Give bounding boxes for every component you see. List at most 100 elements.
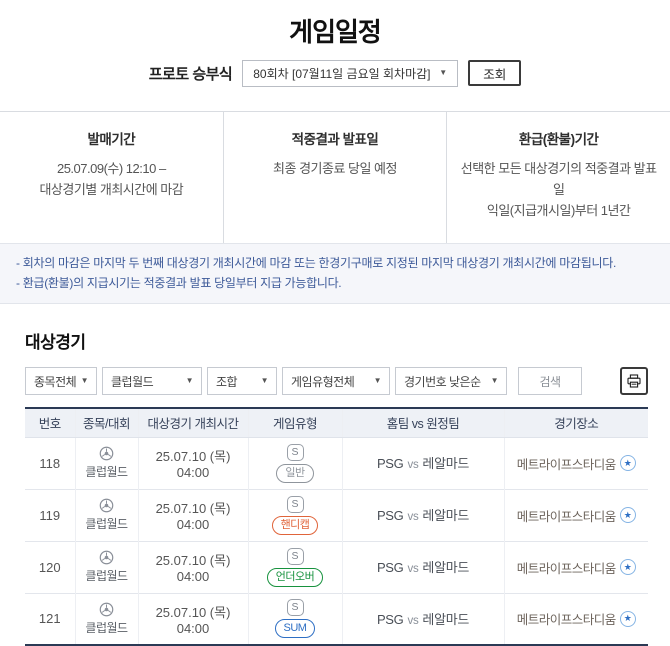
filter-select-value: 조합: [216, 374, 238, 389]
home-team: PSG: [376, 611, 404, 627]
info-line: 25.07.09(수) 12:10 –: [56, 161, 166, 176]
info-title: 발매기간: [87, 132, 136, 147]
league-label: 클럽월드: [85, 569, 128, 583]
match-table-body: 118 클럽월드 25.07.10 (목) 04:00 S 일반 PSG vs …: [25, 436, 649, 645]
page-title: 게임일정: [289, 17, 382, 47]
home-team: PSG: [376, 456, 404, 471]
league-cell: 클럽월드: [76, 446, 138, 480]
venue-star-button[interactable]: ★: [619, 455, 636, 471]
teams-cell: PSG vs 레알마드: [377, 560, 469, 575]
venue-cell: 메트라이프스타디움 ★: [505, 506, 649, 525]
table-header-row: 번호 종목/대회 대상경기 개최시간 게임유형 홈팀 vs 원정팀 경기장소: [25, 408, 648, 438]
round-selector-label: 프로토 승부식: [148, 65, 233, 83]
col-header-game-type: 게임유형: [247, 408, 342, 438]
match-time: 25.07.10 (목) 04:00: [137, 540, 248, 593]
chevron-down-icon: ▼: [80, 376, 89, 385]
star-icon: ★: [623, 561, 632, 572]
venue-cell: 메트라이프스타디움 ★: [505, 558, 649, 577]
soccer-ball-icon: [99, 602, 114, 617]
single-mark-icon: S: [286, 547, 304, 565]
game-type-pill: 일반: [276, 463, 314, 483]
game-type-cell: S SUM: [249, 599, 342, 639]
venue-star-button[interactable]: ★: [619, 559, 636, 575]
col-header-venue: 경기장소: [503, 408, 648, 438]
vs-label: vs: [407, 511, 419, 523]
single-mark-icon: S: [286, 495, 304, 513]
search-button[interactable]: 검색: [518, 367, 582, 395]
teams-cell: PSG vs 레알마드: [377, 508, 469, 523]
vs-label: vs: [407, 459, 419, 471]
home-team: PSG: [376, 560, 404, 575]
match-number: 120: [25, 540, 75, 593]
game-type-pill: 핸디캡: [271, 515, 319, 535]
match-number: 121: [25, 592, 75, 645]
info-title: 환급(환불)기간: [518, 132, 599, 147]
single-mark-icon: S: [286, 443, 304, 461]
info-strip: 발매기간 25.07.09(수) 12:10 – 대상경기별 개최시간에 마감 …: [0, 111, 670, 243]
col-header-teams: 홈팀 vs 원정팀: [341, 408, 504, 438]
round-selector-bar: 프로토 승부식 80회차 [07월11일 금요일 회차마감] ▼ 조회: [0, 59, 670, 87]
game-type-cell: S 핸디캡: [249, 495, 342, 535]
info-title: 적중결과 발표일: [291, 132, 379, 147]
match-number: 119: [25, 488, 75, 541]
game-type-cell: S 일반: [249, 443, 342, 483]
filter-select-sort-order[interactable]: 경기번호 낮은순 ▼: [395, 367, 507, 395]
soccer-ball-icon: [99, 498, 114, 513]
note-line: - 회차의 마감은 마지막 두 번째 대상경기 개최시간에 마감 또는 한경기구…: [16, 256, 616, 270]
chevron-down-icon: ▼: [260, 376, 269, 385]
printer-icon: [627, 374, 641, 388]
venue-cell: 메트라이프스타디움 ★: [505, 609, 649, 628]
chevron-down-icon: ▼: [439, 68, 448, 77]
vs-label: vs: [407, 563, 419, 575]
filter-select-league[interactable]: 클럽월드 ▼: [102, 367, 202, 395]
away-team: 레알마드: [422, 456, 470, 471]
table-row: 118 클럽월드 25.07.10 (목) 04:00 S 일반 PSG vs …: [25, 436, 649, 489]
away-team: 레알마드: [422, 560, 470, 575]
chevron-down-icon: ▼: [490, 376, 499, 385]
away-team: 레알마드: [422, 611, 470, 627]
filter-select-combination[interactable]: 조합 ▼: [207, 367, 277, 395]
info-col-refund-period: 환급(환불)기간 선택한 모든 대상경기의 적중결과 발표일 익일(지급개시일)…: [446, 112, 670, 243]
round-select[interactable]: 80회차 [07월11일 금요일 회차마감] ▼: [242, 59, 459, 87]
soccer-ball-icon: [99, 446, 114, 461]
info-col-result-date: 적중결과 발표일 최종 경기종료 당일 예정: [222, 112, 447, 243]
info-line: 익일(지급개시일)부터 1년간: [486, 203, 631, 218]
filter-select-sport[interactable]: 종목전체 ▼: [25, 367, 97, 395]
table-row: 121 클럽월드 25.07.10 (목) 04:00 S SUM PSG vs…: [25, 592, 649, 645]
teams-cell: PSG vs 레알마드: [377, 612, 469, 627]
game-type-pill: 언더오버: [266, 567, 324, 587]
venue-name: 메트라이프스타디움: [516, 613, 617, 628]
star-icon: ★: [623, 509, 632, 520]
table-row: 119 클럽월드 25.07.10 (목) 04:00 S 핸디캡 PSG vs…: [25, 488, 649, 541]
league-label: 클럽월드: [85, 465, 128, 479]
filter-select-value: 경기번호 낮은순: [404, 374, 481, 389]
venue-name: 메트라이프스타디움: [516, 509, 617, 524]
single-mark-icon: S: [286, 599, 304, 617]
venue-star-button[interactable]: ★: [619, 507, 636, 523]
table-row: 120 클럽월드 25.07.10 (목) 04:00 S 언더오버 PSG v…: [25, 540, 649, 593]
match-number: 118: [25, 436, 75, 489]
print-button[interactable]: [620, 367, 648, 395]
info-line: 대상경기별 개최시간에 마감: [39, 182, 184, 197]
round-select-value: 80회차 [07월11일 금요일 회차마감]: [253, 66, 431, 81]
col-header-sport: 종목/대회: [74, 408, 138, 438]
filter-select-value: 게임유형전체: [291, 374, 355, 389]
match-time: 25.07.10 (목) 04:00: [137, 488, 248, 541]
venue-cell: 메트라이프스타디움 ★: [505, 454, 649, 473]
filter-bar: 종목전체 ▼ 클럽월드 ▼ 조합 ▼ 게임유형전체 ▼ 경기번호 낮은순 ▼ 검…: [25, 367, 648, 395]
col-header-time: 대상경기 개최시간: [137, 408, 248, 438]
section-title-target-matches: 대상경기: [25, 333, 86, 352]
inquiry-button[interactable]: 조회: [468, 60, 522, 86]
venue-star-button[interactable]: ★: [619, 610, 636, 627]
soccer-ball-icon: [99, 550, 114, 565]
col-header-number: 번호: [25, 408, 75, 438]
info-line: 선택한 모든 대상경기의 적중결과 발표일: [460, 161, 657, 197]
league-cell: 클럽월드: [76, 498, 138, 532]
away-team: 레알마드: [422, 508, 470, 523]
info-line: 최종 경기종료 당일 예정: [273, 161, 397, 176]
filter-select-game-type[interactable]: 게임유형전체 ▼: [282, 367, 390, 395]
game-type-pill: SUM: [274, 619, 316, 639]
star-icon: ★: [623, 457, 632, 468]
notes-box: - 회차의 마감은 마지막 두 번째 대상경기 개최시간에 마감 또는 한경기구…: [0, 243, 670, 304]
star-icon: ★: [623, 613, 632, 624]
